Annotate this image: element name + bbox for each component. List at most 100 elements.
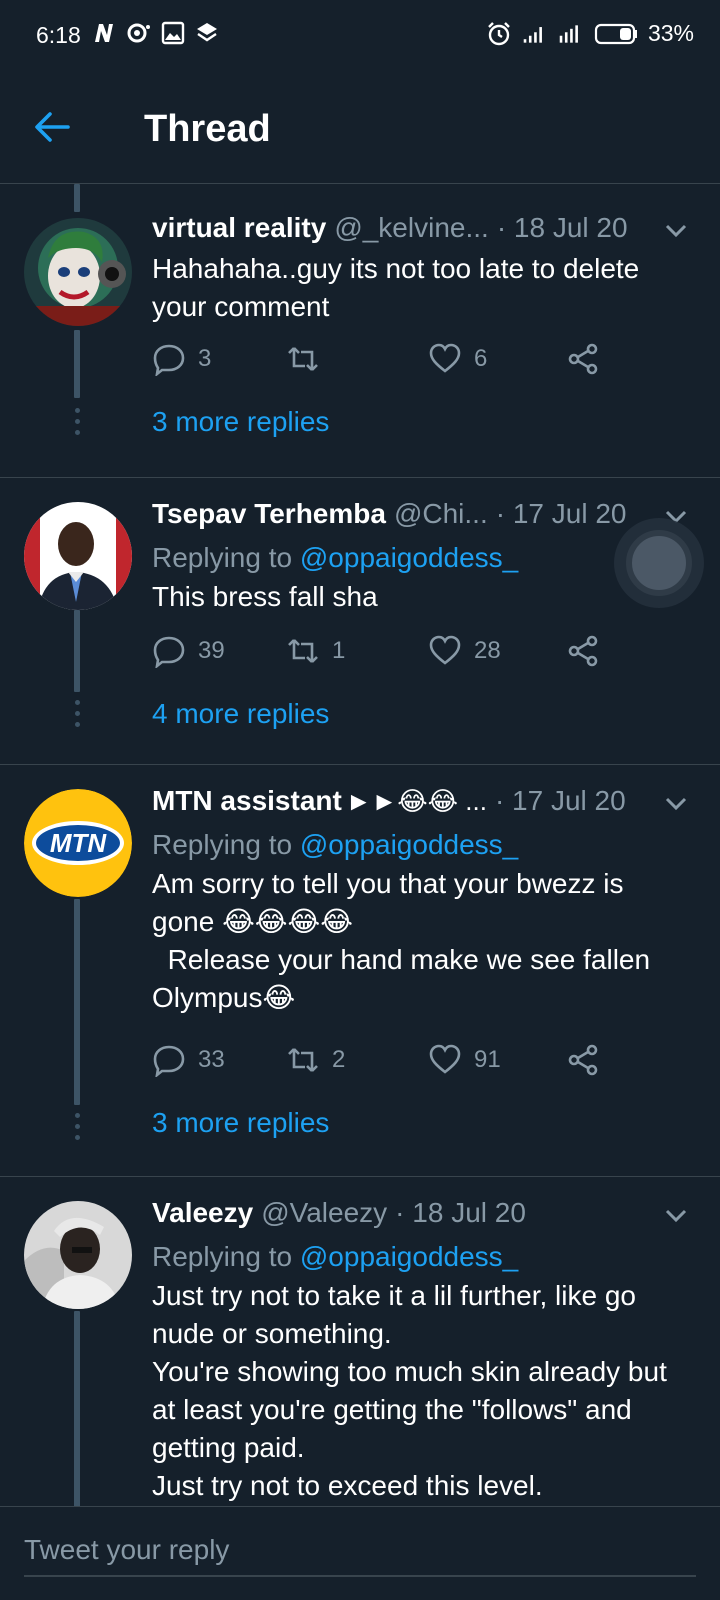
mention-link[interactable]: @oppaigoddess_ — [300, 542, 518, 573]
avatar[interactable] — [24, 218, 132, 326]
page-title: Thread — [144, 108, 271, 150]
share-icon — [568, 1044, 598, 1076]
replying-to: Replying to @oppaigoddess_ — [152, 829, 519, 860]
avatar[interactable] — [24, 502, 132, 610]
share-icon — [568, 343, 598, 375]
thread-line — [74, 1311, 80, 1506]
thread-list[interactable]: virtual reality @_kelvine... · 18 Jul 20… — [0, 184, 720, 1506]
like-count: 6 — [474, 345, 488, 372]
more-replies-link[interactable]: 3 more replies — [152, 406, 329, 438]
tweet-content: Tsepav Terhemba @Chi... · 17 Jul 20 Repl… — [152, 498, 690, 616]
retweet-icon — [288, 639, 318, 663]
tweet-content: MTN assistant ►►😂😂 ... · 17 Jul 20 Reply… — [152, 785, 690, 1017]
share-icon — [568, 635, 598, 667]
mtn-logo-text: MTN — [50, 828, 108, 858]
tweet-date[interactable]: · 17 Jul 20 — [496, 498, 627, 530]
like-button[interactable]: 28 — [428, 634, 501, 668]
assistive-touch-icon — [626, 530, 692, 596]
user-handle[interactable]: @_kelvine... — [334, 212, 489, 244]
thread-dots — [74, 1113, 80, 1140]
reply-button[interactable]: 33 — [152, 1043, 225, 1077]
avatar[interactable] — [24, 1201, 132, 1309]
back-arrow-icon — [35, 112, 70, 142]
display-name[interactable]: virtual reality — [152, 212, 326, 244]
retweet-button[interactable] — [286, 342, 332, 376]
tweet-content: Valeezy @Valeezy · 18 Jul 20 Replying to… — [152, 1197, 690, 1505]
reply-icon — [153, 636, 185, 668]
reply-count: 39 — [198, 637, 225, 664]
tweet-text: Hahahaha..guy its not too late to delete… — [152, 253, 648, 322]
notification-icons — [92, 20, 220, 46]
battery-percent: 33% — [647, 20, 694, 46]
retweet-icon — [288, 1048, 318, 1072]
tweet[interactable]: MTN MTN assistant ►►😂😂 ... · 17 Jul 20 R… — [0, 765, 720, 1177]
thread-line-top — [74, 184, 80, 212]
more-replies-link[interactable]: 4 more replies — [152, 698, 329, 730]
share-button[interactable] — [566, 634, 600, 668]
avatar[interactable]: MTN — [24, 789, 132, 897]
share-button[interactable] — [566, 342, 600, 376]
layers-icon — [194, 20, 220, 46]
tweet-date[interactable]: · 18 Jul 20 — [395, 1197, 526, 1229]
battery-icon — [594, 21, 638, 47]
tweet-actions: 33 2 91 — [152, 1043, 690, 1083]
heart-icon — [429, 343, 461, 373]
status-bar: 6:18 33% — [0, 0, 720, 70]
retweet-icon — [288, 347, 318, 371]
display-name[interactable]: MTN assistant — [152, 785, 342, 817]
status-time: 6:18 — [36, 22, 81, 48]
reply-button[interactable]: 3 — [152, 342, 211, 376]
tweet[interactable]: Valeezy @Valeezy · 18 Jul 20 Replying to… — [0, 1177, 720, 1506]
floating-assistive-button[interactable] — [614, 518, 704, 608]
n-app-icon — [92, 20, 118, 46]
chevron-down-icon[interactable] — [662, 789, 690, 817]
thread-line — [74, 330, 80, 398]
tweet-date[interactable]: · 17 Jul 20 — [495, 785, 626, 817]
share-button[interactable] — [566, 1043, 600, 1077]
display-name[interactable]: Tsepav Terhemba — [152, 498, 386, 530]
tweet-content: virtual reality @_kelvine... · 18 Jul 20… — [152, 212, 690, 326]
like-count: 91 — [474, 1046, 501, 1073]
more-replies-link[interactable]: 3 more replies — [152, 1107, 329, 1139]
reply-button[interactable]: 39 — [152, 634, 225, 668]
user-handle[interactable]: @Chi... — [394, 498, 488, 530]
retweet-button[interactable]: 1 — [286, 634, 345, 668]
signal-2-icon — [558, 21, 584, 47]
thread-line — [74, 899, 80, 1105]
tweet-header: MTN assistant ►►😂😂 ... · 17 Jul 20 — [152, 785, 690, 823]
like-count: 28 — [474, 637, 501, 664]
alarm-icon — [486, 21, 512, 47]
signal-icon — [522, 21, 548, 47]
reply-count: 3 — [198, 345, 212, 372]
tweet-date[interactable]: · 18 Jul 20 — [497, 212, 628, 244]
tweet-text: Just try not to take it a lil further, l… — [152, 1280, 667, 1501]
retweet-count: 2 — [332, 1046, 346, 1073]
display-name[interactable]: Valeezy — [152, 1197, 253, 1229]
reply-input[interactable] — [24, 1525, 696, 1577]
chat-notification-icon — [126, 20, 152, 46]
mention-link[interactable]: @oppaigoddess_ — [300, 829, 518, 860]
user-handle[interactable]: @Valeezy — [261, 1197, 387, 1229]
thread-dots — [74, 408, 80, 435]
tweet-text: This bress fall sha — [152, 581, 378, 612]
heart-icon — [429, 635, 461, 665]
like-button[interactable]: 6 — [428, 342, 487, 376]
reply-icon — [153, 1045, 185, 1077]
retweet-button[interactable]: 2 — [286, 1043, 345, 1077]
back-button[interactable] — [30, 105, 74, 149]
replying-to: Replying to @oppaigoddess_ — [152, 542, 519, 573]
mention-link[interactable]: @oppaigoddess_ — [300, 1241, 518, 1272]
like-button[interactable]: 91 — [428, 1043, 501, 1077]
heart-icon — [429, 1044, 461, 1074]
thread-dots — [74, 700, 80, 727]
tweet[interactable]: Tsepav Terhemba @Chi... · 17 Jul 20 Repl… — [0, 478, 720, 765]
gallery-icon — [160, 20, 186, 46]
replying-to: Replying to @oppaigoddess_ — [152, 1241, 519, 1272]
tweet-actions: 3 6 — [152, 342, 690, 382]
tweet[interactable]: virtual reality @_kelvine... · 18 Jul 20… — [0, 184, 720, 478]
reply-icon — [153, 344, 185, 376]
chevron-down-icon[interactable] — [662, 216, 690, 244]
tweet-actions: 39 1 28 — [152, 634, 690, 674]
chevron-down-icon[interactable] — [662, 1201, 690, 1229]
tweet-header: virtual reality @_kelvine... · 18 Jul 20 — [152, 212, 690, 250]
